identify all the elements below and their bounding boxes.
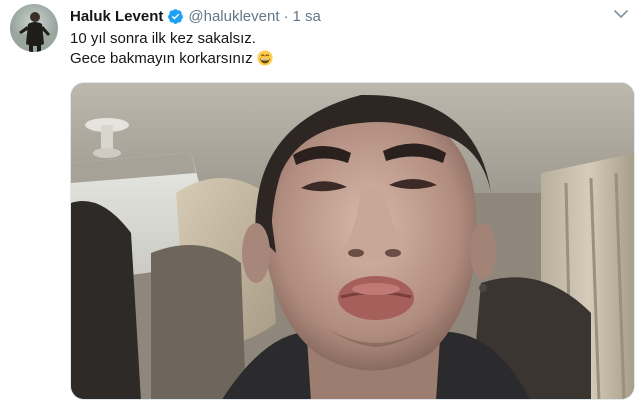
tweet-text-line-emoji: Gece bakmayın korkarsınız [70,49,273,69]
avatar-image [10,4,58,52]
separator-dot: · [283,7,289,25]
grinning-face-icon [257,50,273,66]
tweet-header: Haluk Levent @haluklevent · 1 sa [70,5,321,27]
tweet-text: 10 yıl sonra ilk kez sakalsız. Gece bakm… [70,29,273,69]
tweet-media-photo[interactable] [70,82,635,400]
verified-badge-icon [167,8,184,25]
selfie-photo [71,83,634,399]
tweet-text-line: 10 yıl sonra ilk kez sakalsız. [70,30,256,47]
tweet-timestamp[interactable]: 1 sa [293,8,321,25]
display-name[interactable]: Haluk Levent [70,8,163,25]
tweet[interactable]: Haluk Levent @haluklevent · 1 sa 10 yıl … [0,0,635,405]
user-handle[interactable]: @haluklevent [188,8,279,25]
tweet-text-line: Gece bakmayın korkarsınız [70,50,253,67]
chevron-down-icon[interactable] [612,7,630,21]
avatar[interactable] [10,4,58,52]
